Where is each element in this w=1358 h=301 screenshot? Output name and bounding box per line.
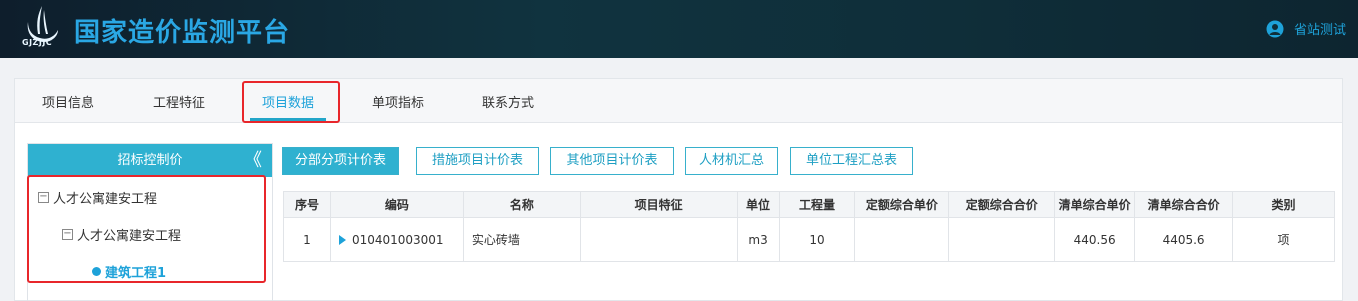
column-header: 工程量 bbox=[778, 191, 856, 218]
code-value: 010401003001 bbox=[351, 232, 444, 247]
column-header: 清单综合单价 bbox=[1054, 191, 1136, 218]
user-avatar-icon bbox=[1266, 20, 1284, 37]
cell-quota-total bbox=[948, 217, 1056, 262]
cell-features bbox=[579, 217, 738, 262]
user-name: 省站测试 bbox=[1293, 23, 1346, 38]
tab-bar: 项目信息 工程特征 项目数据 单项指标 联系方式 bbox=[15, 79, 1342, 123]
tab-engineering-features[interactable]: 工程特征 bbox=[153, 92, 205, 111]
table-header-row: 序号 编码 名称 项目特征 单位 工程量 定额综合单价 定额综合合价 清单综合单… bbox=[283, 191, 1335, 218]
tab-project-info[interactable]: 项目信息 bbox=[42, 92, 94, 111]
column-header: 单位 bbox=[736, 191, 780, 218]
logo-text: GJZJJC bbox=[22, 38, 53, 47]
top-bar: GJZJJC 国家造价监测平台 省站测试 bbox=[0, 0, 1358, 58]
table-row[interactable]: 1 010401003001 实心砖墙 m3 10 440.56 4405.6 … bbox=[283, 217, 1335, 262]
tree-title: 招标控制价 bbox=[117, 153, 183, 168]
cell-index: 1 bbox=[283, 217, 331, 262]
cell-list-unit-price: 440.56 bbox=[1054, 217, 1136, 262]
column-header: 序号 bbox=[283, 191, 331, 218]
tree-highlight-box bbox=[27, 175, 266, 283]
tab-highlight-box bbox=[242, 81, 340, 123]
main-panel: 项目信息 工程特征 项目数据 单项指标 联系方式 招标控制价 《 − 人才公寓建… bbox=[14, 78, 1343, 301]
column-header: 名称 bbox=[462, 191, 581, 218]
app-title: 国家造价监测平台 bbox=[74, 18, 291, 48]
user-menu[interactable]: 省站测试 bbox=[1266, 19, 1346, 38]
cell-name: 实心砖墙 bbox=[462, 217, 581, 262]
labor-material-summary-button[interactable]: 人材机汇总 bbox=[685, 147, 778, 175]
sub-item-pricing-button[interactable]: 分部分项计价表 bbox=[282, 147, 399, 175]
column-header: 定额综合合价 bbox=[948, 191, 1056, 218]
tab-single-indicators[interactable]: 单项指标 bbox=[372, 92, 424, 111]
measure-item-pricing-button[interactable]: 措施项目计价表 bbox=[416, 147, 539, 175]
column-header: 类别 bbox=[1232, 191, 1335, 218]
cell-quantity: 10 bbox=[778, 217, 856, 262]
column-header: 定额综合单价 bbox=[854, 191, 950, 218]
cell-quota-unit-price bbox=[854, 217, 950, 262]
column-header: 项目特征 bbox=[579, 191, 738, 218]
cell-unit: m3 bbox=[736, 217, 780, 262]
tree-header: 招标控制价 《 bbox=[28, 144, 272, 177]
cell-code: 010401003001 bbox=[329, 217, 464, 262]
cell-list-total: 4405.6 bbox=[1134, 217, 1234, 262]
tab-contact[interactable]: 联系方式 bbox=[482, 92, 534, 111]
unit-project-summary-button[interactable]: 单位工程汇总表 bbox=[790, 147, 913, 175]
collapse-icon[interactable]: 《 bbox=[244, 144, 262, 177]
other-item-pricing-button[interactable]: 其他项目计价表 bbox=[550, 147, 674, 175]
column-header: 编码 bbox=[329, 191, 464, 218]
cell-category: 项 bbox=[1232, 217, 1335, 262]
expand-row-icon[interactable] bbox=[338, 235, 346, 245]
pricing-table: 序号 编码 名称 项目特征 单位 工程量 定额综合单价 定额综合合价 清单综合单… bbox=[283, 191, 1335, 262]
column-header: 清单综合合价 bbox=[1134, 191, 1234, 218]
